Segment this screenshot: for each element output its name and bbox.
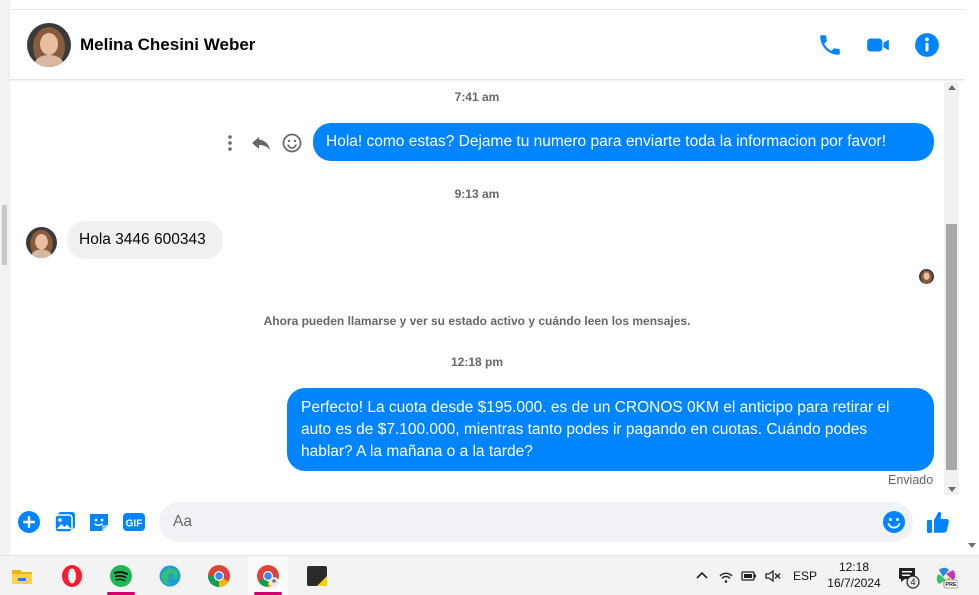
- react-emoji-icon[interactable]: [281, 132, 303, 154]
- message-status: Enviado: [888, 473, 934, 487]
- contact-avatar[interactable]: [27, 23, 71, 67]
- timestamp: 7:41 am: [454, 90, 500, 104]
- system-notice: Ahora pueden llamarse y ver su estado ac…: [263, 314, 691, 328]
- sticker-icon[interactable]: [86, 509, 112, 535]
- file-explorer-icon[interactable]: [2, 556, 42, 595]
- edge-icon[interactable]: [150, 556, 190, 595]
- clock[interactable]: 12:18 16/7/2024: [822, 559, 886, 591]
- more-options-icon[interactable]: [219, 132, 241, 154]
- info-icon[interactable]: [914, 32, 940, 58]
- contact-avatar-small[interactable]: [26, 227, 57, 258]
- scroll-thumb[interactable]: [946, 224, 957, 470]
- message-input[interactable]: [159, 502, 913, 542]
- left-sidebar-edge: [0, 0, 10, 555]
- emoji-icon[interactable]: [881, 509, 907, 535]
- copilot-icon[interactable]: PRE: [934, 565, 958, 589]
- thumbs-up-icon[interactable]: [925, 508, 951, 536]
- scroll-up-icon[interactable]: [948, 85, 956, 90]
- notifications-icon[interactable]: 4: [897, 565, 923, 589]
- volume-muted-icon[interactable]: [764, 567, 782, 585]
- chat-scrollbar[interactable]: [944, 82, 959, 495]
- chrome-icon[interactable]: [199, 556, 239, 595]
- clock-date: 16/7/2024: [827, 576, 881, 590]
- notification-count: 4: [910, 577, 915, 587]
- gif-icon[interactable]: GIF: [121, 509, 147, 535]
- outgoing-message[interactable]: Hola! como estas? Dejame tu numero para …: [313, 123, 934, 161]
- copilot-badge: PRE: [945, 582, 957, 588]
- battery-icon[interactable]: [740, 567, 758, 585]
- contact-name[interactable]: Melina Chesini Weber: [80, 35, 255, 55]
- language-indicator[interactable]: ESP: [793, 567, 817, 585]
- video-call-icon[interactable]: [865, 32, 891, 58]
- wifi-icon[interactable]: [717, 567, 735, 585]
- incoming-message[interactable]: Hola 3446 600343: [67, 221, 223, 259]
- clock-time: 12:18: [838, 560, 870, 574]
- gallery-icon[interactable]: [52, 509, 78, 535]
- seen-avatar: [919, 269, 934, 284]
- timestamp: 9:13 am: [454, 187, 500, 201]
- sidebar-scroll-mark: [2, 205, 7, 265]
- reply-icon[interactable]: [250, 132, 272, 154]
- scroll-down-icon[interactable]: [948, 487, 956, 492]
- spotify-icon[interactable]: [101, 556, 141, 595]
- plus-icon[interactable]: [16, 509, 42, 535]
- phone-icon[interactable]: [817, 32, 843, 58]
- browser-top-edge: [0, 0, 979, 10]
- windows-taskbar: ESP 12:18 16/7/2024 4 PRE: [0, 555, 979, 595]
- gif-label: GIF: [126, 519, 143, 530]
- page-scrollbar[interactable]: [965, 0, 979, 555]
- outgoing-message[interactable]: Perfecto! La cuota desde $195.000. es de…: [287, 388, 934, 471]
- page-scroll-down-icon[interactable]: [968, 543, 976, 548]
- opera-icon[interactable]: [52, 556, 92, 595]
- chrome-profile-icon[interactable]: [248, 556, 288, 595]
- chat-header: Melina Chesini Weber: [10, 10, 977, 80]
- chevron-up-icon[interactable]: [693, 567, 711, 585]
- sticky-notes-icon[interactable]: [297, 556, 337, 595]
- messenger-window: Melina Chesini Weber 7:41 am Hola! como …: [0, 0, 979, 595]
- timestamp: 12:18 pm: [450, 355, 504, 369]
